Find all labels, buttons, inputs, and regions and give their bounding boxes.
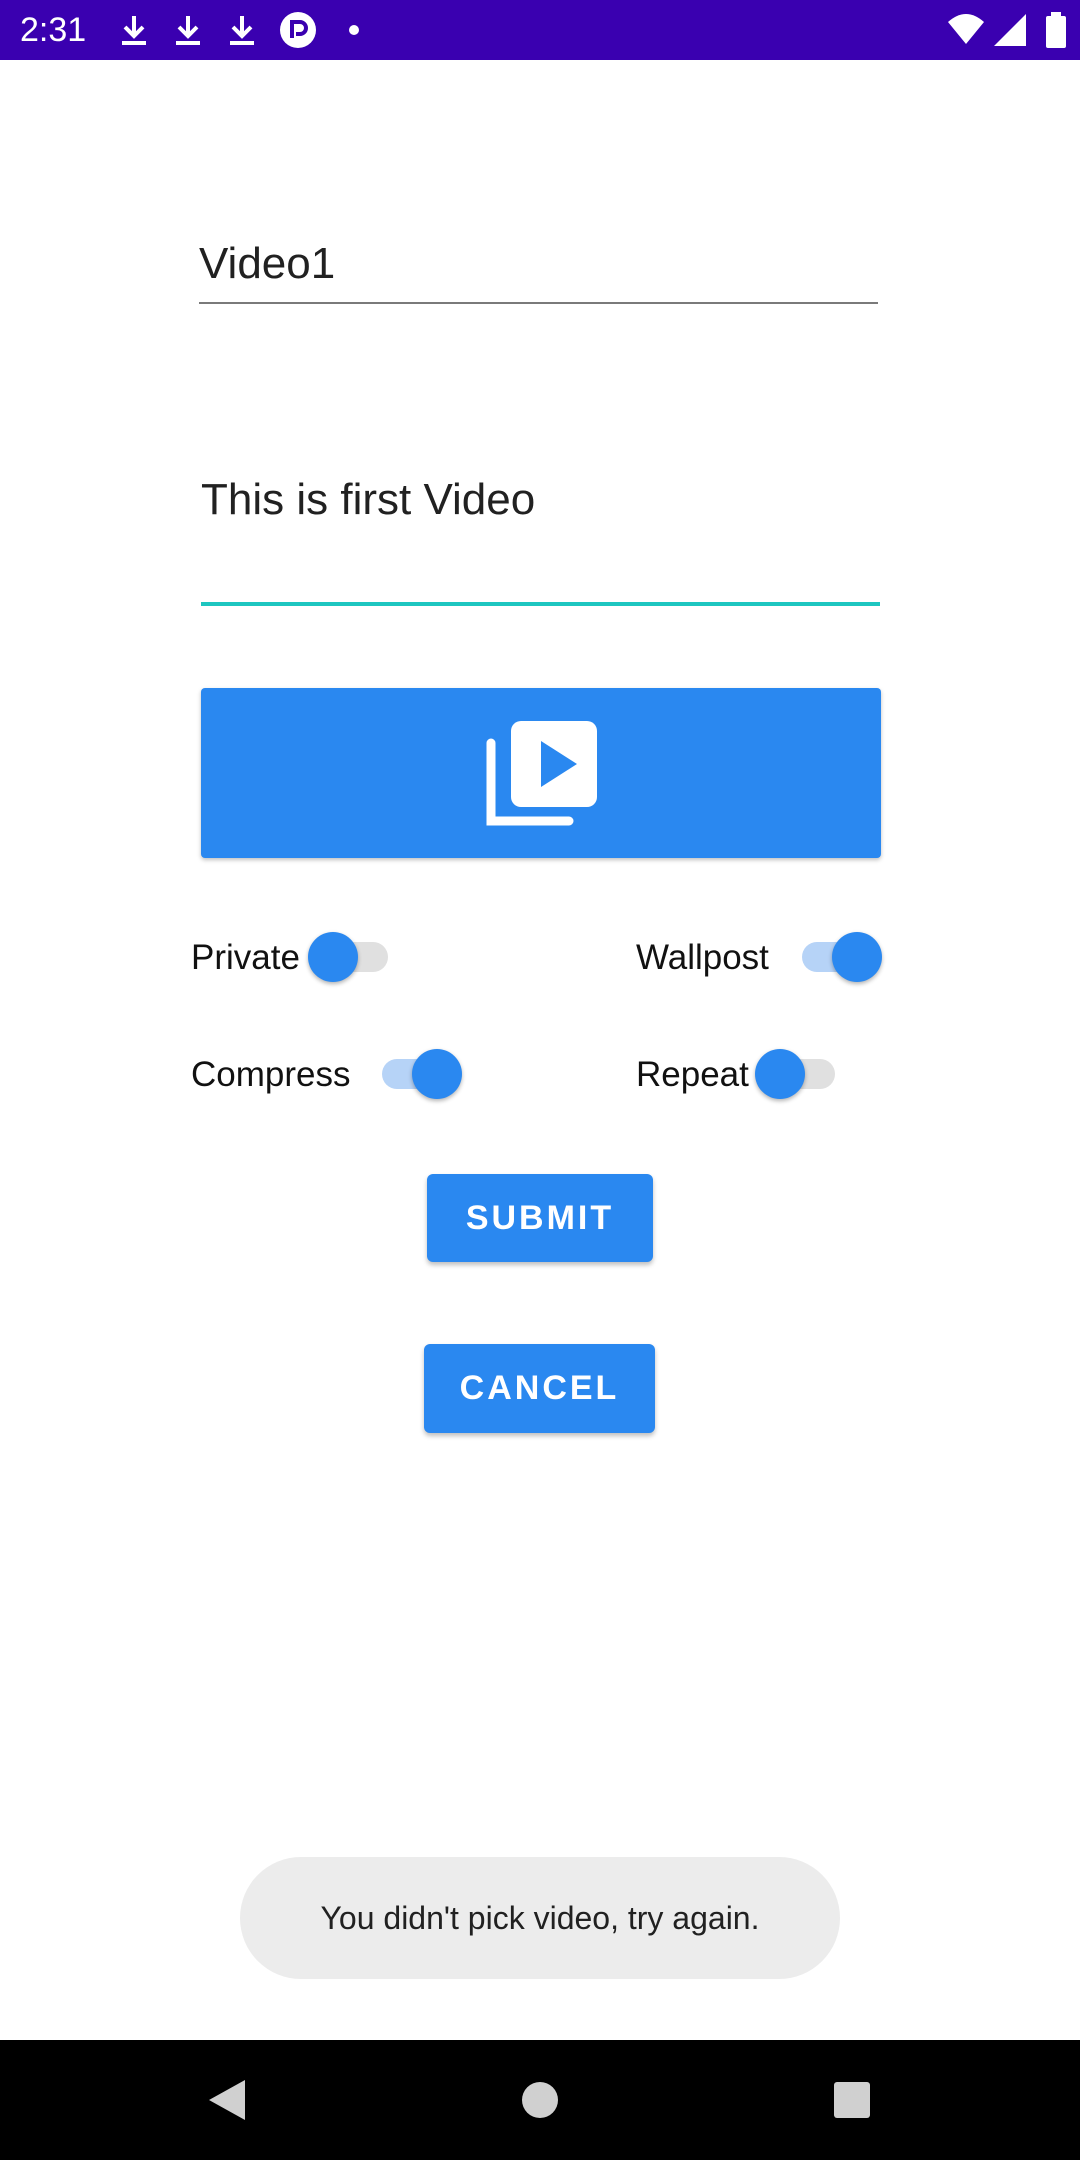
submit-button[interactable]: SUBMIT	[427, 1174, 653, 1262]
wallpost-switch[interactable]	[798, 926, 882, 986]
title-input-value: Video1	[199, 239, 336, 288]
download-icon	[176, 16, 200, 45]
switch-thumb	[755, 1049, 805, 1099]
dot-icon	[349, 25, 359, 35]
switch-thumb	[308, 932, 358, 982]
cancel-button[interactable]: CANCEL	[424, 1344, 655, 1433]
switch-thumb	[412, 1049, 462, 1099]
compress-switch[interactable]	[378, 1043, 462, 1103]
repeat-switch[interactable]	[755, 1043, 839, 1103]
status-time: 2:31	[20, 11, 87, 49]
switch-thumb	[832, 932, 882, 982]
wallpost-label: Wallpost	[636, 938, 769, 977]
download-icon	[122, 16, 146, 45]
app-notification-icon	[280, 12, 316, 48]
compress-label: Compress	[191, 1055, 351, 1094]
pick-video-button[interactable]	[201, 688, 881, 858]
toast-message: You didn't pick video, try again.	[240, 1857, 840, 1979]
battery-icon	[1046, 12, 1066, 48]
signal-icon	[994, 14, 1026, 46]
status-bar: 2:31	[0, 0, 1080, 60]
wifi-icon	[948, 14, 984, 44]
back-icon[interactable]	[195, 2070, 255, 2130]
home-icon[interactable]	[510, 2070, 570, 2130]
private-label: Private	[191, 938, 300, 977]
navigation-bar	[0, 2040, 1080, 2160]
private-switch[interactable]	[308, 926, 392, 986]
video-library-icon	[486, 721, 597, 826]
recents-icon[interactable]	[822, 2070, 882, 2130]
download-icon	[230, 16, 254, 45]
screen: 2:31 Video1 This is first Video Private …	[0, 0, 1080, 2160]
repeat-label: Repeat	[636, 1055, 749, 1094]
description-input[interactable]: This is first Video	[201, 460, 880, 606]
title-input[interactable]: Video1	[199, 230, 878, 304]
description-input-value: This is first Video	[201, 475, 536, 524]
